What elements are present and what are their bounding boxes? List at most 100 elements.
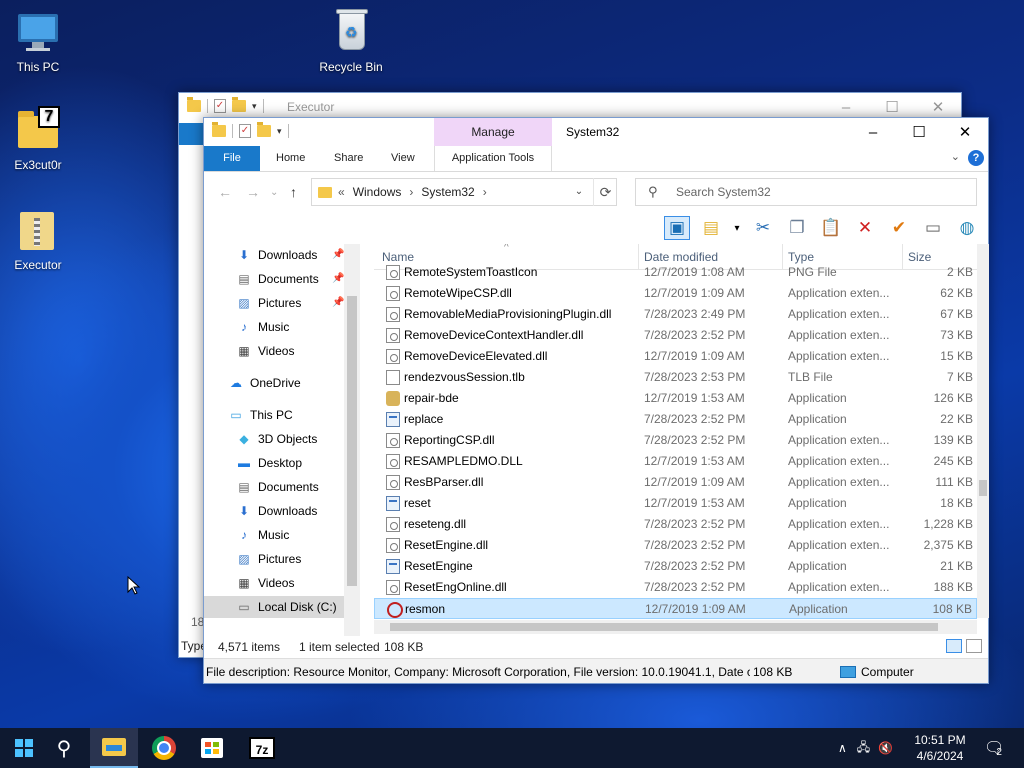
recent-locations-icon[interactable]: ⌄ xyxy=(270,187,278,198)
file-explorer-icon xyxy=(102,738,126,756)
table-row[interactable]: reseteng.dll 7/28/2023 2:52 PM Application… xyxy=(374,514,977,535)
documents-icon: ▤ xyxy=(238,480,250,494)
nav-item-onedrive[interactable]: ☁ OneDrive xyxy=(228,372,301,394)
nav-item-documents[interactable]: ▤ Documents 📌 xyxy=(236,268,344,290)
cut-icon[interactable]: ✂ xyxy=(750,216,776,240)
breadcrumb-system32[interactable]: System32 xyxy=(421,185,474,199)
refresh-icon[interactable]: ⟳ xyxy=(593,178,617,206)
nav-item-local-disk-c[interactable]: ▭ Local Disk (C:) xyxy=(204,596,344,618)
taskbar-7zip[interactable]: 7z xyxy=(238,728,286,768)
address-dropdown-icon[interactable]: ⌄ xyxy=(568,178,590,206)
nav-item-music[interactable]: ♪ Music xyxy=(236,524,289,546)
nav-scrollbar[interactable] xyxy=(344,244,360,636)
explorer-window-system32[interactable]: ✓ ▾ Manage System32 – ☐ ✕ File Home Shar… xyxy=(203,117,989,684)
table-row[interactable]: RemovableMediaProvisioningPlugin.dll 7/28… xyxy=(374,304,977,325)
breadcrumb-chevron-icon[interactable]: › xyxy=(483,185,487,199)
new-folder-icon[interactable]: ▤ xyxy=(698,216,724,240)
properties-card-icon[interactable]: ▭ xyxy=(920,216,946,240)
table-row[interactable]: reset 12/7/2019 1:53 AM Application 18 KB xyxy=(374,493,977,514)
nav-item-3d-objects[interactable]: ◆ 3D Objects xyxy=(236,428,317,450)
nav-item-this-pc[interactable]: ▭ This PC xyxy=(228,404,292,426)
maximize-button[interactable]: ☐ xyxy=(896,118,942,146)
desktop-icon-this-pc[interactable]: This PC xyxy=(0,8,76,74)
table-row[interactable]: rendezvousSession.tlb 7/28/2023 2:53 PM TL… xyxy=(374,367,977,388)
search-button[interactable]: ⚲ xyxy=(40,728,88,768)
table-row[interactable]: RemoveDeviceElevated.dll 12/7/2019 1:09 A… xyxy=(374,346,977,367)
navigation-pane[interactable]: ⬇ Downloads 📌 ▤ Documents 📌 ▨ Pictures 📌 ♪ Music ▦ V… xyxy=(204,244,359,636)
chevron-down-icon[interactable]: ▾ xyxy=(732,216,742,240)
desktop-icon-recycle-bin[interactable]: ♻ Recycle Bin xyxy=(313,8,389,74)
clock[interactable]: 10:51 PM 4/6/2024 xyxy=(904,732,976,764)
file-tab[interactable] xyxy=(179,123,205,145)
delete-icon[interactable]: ✕ xyxy=(852,216,878,240)
file-date: 7/28/2023 2:52 PM xyxy=(644,433,746,447)
tab-share[interactable]: Share xyxy=(322,146,375,171)
large-icons-view-icon[interactable] xyxy=(966,639,982,653)
nav-item-downloads[interactable]: ⬇ Downloads 📌 xyxy=(236,244,344,266)
paste-icon[interactable]: 📋 xyxy=(818,216,844,240)
details-view-icon[interactable] xyxy=(946,639,962,653)
up-arrow-icon[interactable]: ↑ xyxy=(290,184,297,200)
close-button[interactable]: ✕ xyxy=(942,118,988,146)
minimize-button[interactable]: – xyxy=(850,118,896,146)
rename-check-icon[interactable]: ✔ xyxy=(886,216,912,240)
chevron-up-icon[interactable]: ∧ xyxy=(838,741,847,755)
tab-home[interactable]: Home xyxy=(264,146,317,171)
nav-item-pictures[interactable]: ▨ Pictures 📌 xyxy=(236,292,344,314)
back-arrow-icon[interactable]: ← xyxy=(218,184,232,200)
nav-item-desktop[interactable]: ▬ Desktop xyxy=(236,452,302,474)
table-row[interactable]: ResetEngOnline.dll 7/28/2023 2:52 PM Appli… xyxy=(374,577,977,598)
table-row[interactable]: RemoteWipeCSP.dll 12/7/2019 1:09 AM Applic… xyxy=(374,283,977,304)
forward-arrow-icon[interactable]: → xyxy=(246,184,260,200)
table-row[interactable]: RESAMPLEDMO.DLL 12/7/2019 1:53 AM Applicat… xyxy=(374,451,977,472)
volume-muted-icon[interactable]: 🔇 xyxy=(878,741,893,755)
table-row[interactable]: RemoteSystemToastIcon 12/7/2019 1:08 AM PN… xyxy=(374,262,977,283)
table-row[interactable]: ReportingCSP.dll 7/28/2023 2:52 PM Applica… xyxy=(374,430,977,451)
properties-icon[interactable]: ✓ xyxy=(214,99,226,113)
overflow-chevron-icon[interactable]: « xyxy=(338,185,345,199)
table-row-selected[interactable]: resmon 12/7/2019 1:09 AM Application 108 KB xyxy=(374,598,977,619)
search-input[interactable]: ⚲ Search System32 xyxy=(635,178,977,206)
tab-view[interactable]: View xyxy=(379,146,427,171)
tab-file[interactable]: File xyxy=(204,146,260,171)
desktop-icon-ex3cut0r[interactable]: 7 Ex3cut0r xyxy=(0,106,76,172)
taskbar-chrome[interactable] xyxy=(140,728,188,768)
notification-button[interactable]: 🗨 2 xyxy=(984,728,1004,768)
taskbar-file-explorer[interactable] xyxy=(90,728,138,768)
breadcrumb-windows[interactable]: Windows xyxy=(353,185,402,199)
table-row[interactable]: ResBParser.dll 12/7/2019 1:09 AM Applicati… xyxy=(374,472,977,493)
new-folder-icon[interactable] xyxy=(257,122,271,137)
vertical-scrollbar[interactable] xyxy=(977,244,989,618)
nav-item-videos[interactable]: ▦ Videos xyxy=(236,572,294,594)
7zip-icon: 7z xyxy=(249,737,275,759)
nav-item-videos[interactable]: ▦ Videos xyxy=(236,340,294,362)
new-folder-icon[interactable] xyxy=(232,97,246,112)
table-row[interactable]: RemoveDeviceContextHandler.dll 7/28/2023 … xyxy=(374,325,977,346)
chevron-down-icon[interactable]: ▾ xyxy=(252,101,257,112)
nav-item-music[interactable]: ♪ Music xyxy=(236,316,289,338)
table-row[interactable]: ResetEngine 7/28/2023 2:52 PM Application 2… xyxy=(374,556,977,577)
collapse-ribbon-icon[interactable]: ⌄ xyxy=(951,150,960,163)
breadcrumb-chevron-icon[interactable]: › xyxy=(409,185,413,199)
network-icon[interactable]: 🖧 xyxy=(857,738,870,759)
table-row[interactable]: ResetEngine.dll 7/28/2023 2:52 PM Applicat… xyxy=(374,535,977,556)
tab-application-tools[interactable]: Application Tools xyxy=(434,146,552,171)
chevron-down-icon[interactable]: ▾ xyxy=(277,126,282,137)
desktop-icon-executor[interactable]: Executor xyxy=(0,206,76,272)
table-row[interactable]: replace 7/28/2023 2:52 PM Application 22 KB xyxy=(374,409,977,430)
preview-pane-icon[interactable]: ▣ xyxy=(664,216,690,240)
table-row[interactable]: repair-bde 12/7/2019 1:53 AM Application 12… xyxy=(374,388,977,409)
taskbar-store[interactable] xyxy=(188,728,236,768)
help-icon[interactable]: ? xyxy=(968,150,984,166)
nav-item-downloads[interactable]: ⬇ Downloads xyxy=(236,500,317,522)
horizontal-scrollbar[interactable] xyxy=(374,620,977,634)
copy-icon[interactable]: ❐ xyxy=(784,216,810,240)
file-date: 7/28/2023 2:52 PM xyxy=(644,580,746,594)
globe-icon[interactable]: ◍ xyxy=(954,216,980,240)
nav-item-label: Downloads xyxy=(258,248,318,262)
nav-item-pictures[interactable]: ▨ Pictures xyxy=(236,548,301,570)
nav-item-documents[interactable]: ▤ Documents xyxy=(236,476,318,498)
file-list[interactable]: Name ^ Date modified Type Size RemoteSys… xyxy=(374,244,977,634)
properties-icon[interactable]: ✓ xyxy=(239,124,251,138)
tab-manage[interactable]: Manage xyxy=(434,118,552,146)
